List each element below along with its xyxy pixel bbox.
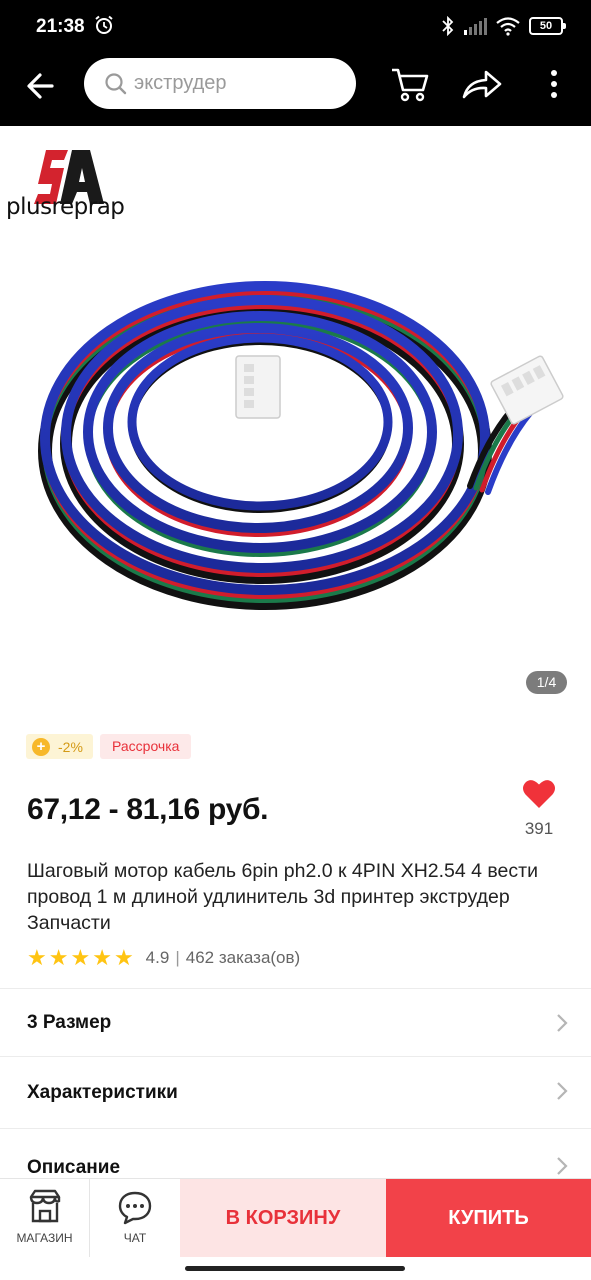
rating-value: 4.9	[145, 948, 170, 967]
star-icon: ★	[92, 945, 112, 970]
coin-discount-text: -2%	[58, 738, 83, 755]
chevron-right-icon	[557, 1014, 568, 1032]
connector-left	[235, 355, 281, 419]
row-specifications-label: Характеристики	[27, 1082, 178, 1103]
divider	[0, 1128, 591, 1129]
status-icons: 50	[441, 15, 566, 37]
battery-level: 50	[539, 20, 553, 32]
store-label: МАГАЗИН	[16, 1231, 73, 1245]
product-price: 67,12 - 81,16 руб.	[27, 793, 269, 826]
chat-button[interactable]: ЧАТ	[90, 1179, 180, 1257]
image-counter: 1/4	[526, 671, 567, 694]
store-button[interactable]: МАГАЗИН	[0, 1179, 90, 1257]
row-description-label: Описание	[27, 1157, 121, 1178]
wifi-icon	[496, 17, 520, 36]
rating-separator: |	[175, 948, 180, 967]
divider	[0, 1056, 591, 1057]
wishlist-button[interactable]: 391	[514, 778, 564, 844]
signal-icon	[464, 18, 487, 35]
chevron-right-icon	[557, 1082, 568, 1100]
buy-now-button[interactable]: КУПИТЬ	[386, 1179, 591, 1257]
bottom-action-bar: МАГАЗИН ЧАТ В КОРЗИНУ КУПИТЬ	[0, 1178, 591, 1257]
wishlist-count: 391	[524, 819, 554, 838]
chat-icon	[118, 1191, 152, 1225]
rating-row[interactable]: ★ ★ ★ ★ ★ 4.9 | 462 заказа(ов)	[27, 947, 300, 969]
search-input[interactable]	[134, 72, 334, 95]
bluetooth-icon	[442, 16, 454, 36]
status-bar: 21:38 50	[0, 0, 591, 52]
search-bar[interactable]	[84, 58, 356, 109]
search-icon	[105, 72, 127, 94]
installment-badge: Рассрочка	[100, 734, 192, 759]
star-icon: ★	[113, 945, 134, 970]
share-icon[interactable]	[460, 66, 504, 102]
row-description[interactable]: Описание	[0, 1130, 591, 1178]
alarm-icon	[95, 15, 113, 34]
coin-discount-badge: + -2%	[26, 734, 93, 759]
rating-stars: ★ ★ ★ ★ ★	[27, 947, 134, 969]
coin-plus-icon: +	[32, 737, 50, 756]
chevron-right-icon	[557, 1157, 568, 1175]
star-icon: ★	[27, 945, 47, 970]
star-icon: ★	[70, 945, 91, 970]
row-size[interactable]: 3 Размер	[0, 988, 591, 1058]
chat-label: ЧАТ	[123, 1231, 147, 1245]
orders-count: 462 заказа(ов)	[185, 948, 301, 967]
app-bar	[0, 52, 591, 126]
cart-icon[interactable]	[388, 64, 432, 104]
status-time: 21:38	[36, 16, 85, 37]
connector-right	[490, 355, 564, 425]
product-title: Шаговый мотор кабель 6pin ph2.0 к 4PIN X…	[27, 860, 538, 934]
gesture-nav-bar[interactable]	[185, 1266, 405, 1271]
add-to-cart-button[interactable]: В КОРЗИНУ	[180, 1179, 386, 1257]
more-options-icon[interactable]	[540, 66, 568, 102]
star-icon: ★	[48, 945, 69, 970]
row-size-label: 3 Размер	[27, 1012, 112, 1033]
store-icon	[29, 1189, 61, 1223]
row-specifications[interactable]: Характеристики	[0, 1058, 591, 1128]
back-arrow-icon[interactable]	[22, 68, 62, 104]
battery-icon: 50	[529, 17, 566, 35]
brand-name: plusreprap	[6, 194, 125, 220]
heart-icon	[523, 780, 555, 808]
